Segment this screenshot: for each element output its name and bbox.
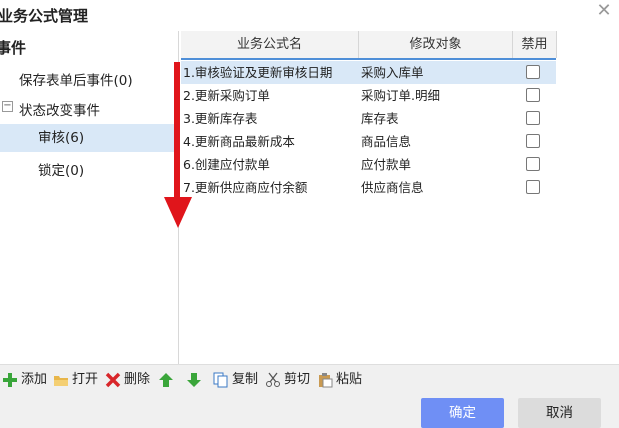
tree-item-audit-label: 审核(6): [38, 130, 85, 146]
paste-label: 粘贴: [336, 372, 363, 387]
table-row[interactable]: 7.更新供应商应付余额 供应商信息: [181, 176, 556, 199]
table-row[interactable]: 1.审核验证及更新审核日期 采购入库单: [181, 61, 556, 84]
formula-target: 应付款单: [361, 157, 412, 172]
move-up-button[interactable]: [158, 369, 177, 391]
formula-table: 业务公式名 修改对象 禁用 1.审核验证及更新审核日期 采购入库单 2.更新采购…: [181, 31, 619, 364]
table-row[interactable]: 3.更新库存表 库存表: [181, 107, 556, 130]
add-button[interactable]: 添加: [2, 369, 47, 391]
dialog-footer: 确定 取消: [0, 394, 619, 428]
disable-checkbox[interactable]: [526, 134, 540, 148]
arrow-down-icon: [186, 372, 202, 388]
paste-button[interactable]: 粘贴: [317, 369, 362, 391]
formula-target: 供应商信息: [361, 180, 424, 195]
close-icon[interactable]: ✕: [595, 2, 613, 20]
ok-button[interactable]: 确定: [421, 398, 504, 428]
table-row[interactable]: 6.创建应付款单 应付款单: [181, 153, 556, 176]
disable-checkbox[interactable]: [526, 88, 540, 102]
folder-icon: [53, 372, 69, 388]
formula-target: 采购入库单: [361, 65, 424, 80]
move-down-button[interactable]: [186, 369, 205, 391]
copy-button[interactable]: 复制: [213, 369, 258, 391]
scissors-icon: [265, 372, 281, 388]
formula-name: 2.更新采购订单: [183, 88, 270, 103]
formula-target: 库存表: [361, 111, 399, 126]
title-bar: 业务公式管理 ✕: [0, 0, 619, 31]
clipboard-icon: [317, 372, 333, 388]
cut-button[interactable]: 剪切: [265, 369, 310, 391]
column-header-name[interactable]: 业务公式名: [181, 31, 359, 58]
add-label: 添加: [21, 372, 48, 387]
formula-name: 6.创建应付款单: [183, 157, 270, 172]
table-row[interactable]: 2.更新采购订单 采购订单.明细: [181, 84, 556, 107]
delete-button[interactable]: 删除: [105, 369, 150, 391]
disable-checkbox[interactable]: [526, 157, 540, 171]
window-title: 业务公式管理: [0, 7, 89, 25]
arrow-up-icon: [158, 372, 174, 388]
red-down-arrow-icon: [164, 62, 192, 228]
toolbar: 添加 打开 删除 复制 剪切 粘贴: [0, 364, 619, 395]
formula-name: 4.更新商品最新成本: [183, 134, 295, 149]
table-header: 业务公式名 修改对象 禁用: [181, 31, 557, 60]
tree-item-save-event[interactable]: 保存表单后事件(0): [19, 69, 133, 89]
open-button[interactable]: 打开: [53, 369, 98, 391]
plus-icon: [2, 372, 18, 388]
tree-item-lock[interactable]: 锁定(0): [38, 159, 84, 179]
column-header-target[interactable]: 修改对象: [359, 31, 513, 58]
column-header-disabled[interactable]: 禁用: [513, 31, 557, 58]
disable-checkbox[interactable]: [526, 180, 540, 194]
formula-target: 商品信息: [361, 134, 412, 149]
tree-root-events[interactable]: 事件: [0, 37, 26, 58]
copy-icon: [213, 372, 229, 388]
tree-item-audit[interactable]: 审核(6): [0, 124, 178, 152]
collapse-icon[interactable]: −: [2, 101, 13, 112]
formula-target: 采购订单.明细: [361, 88, 440, 103]
red-x-icon: [105, 372, 121, 388]
cancel-button[interactable]: 取消: [518, 398, 601, 428]
table-row[interactable]: 4.更新商品最新成本 商品信息: [181, 130, 556, 153]
cut-label: 剪切: [284, 372, 311, 387]
open-label: 打开: [72, 372, 99, 387]
copy-label: 复制: [232, 372, 259, 387]
formula-name: 7.更新供应商应付余额: [183, 180, 308, 195]
event-tree-panel: 事件 保存表单后事件(0) − 状态改变事件 审核(6) 锁定(0): [0, 31, 179, 364]
disable-checkbox[interactable]: [526, 111, 540, 125]
disable-checkbox[interactable]: [526, 65, 540, 79]
tree-item-state-change[interactable]: 状态改变事件: [19, 99, 100, 119]
delete-label: 删除: [124, 372, 151, 387]
formula-name: 1.审核验证及更新审核日期: [183, 65, 333, 80]
